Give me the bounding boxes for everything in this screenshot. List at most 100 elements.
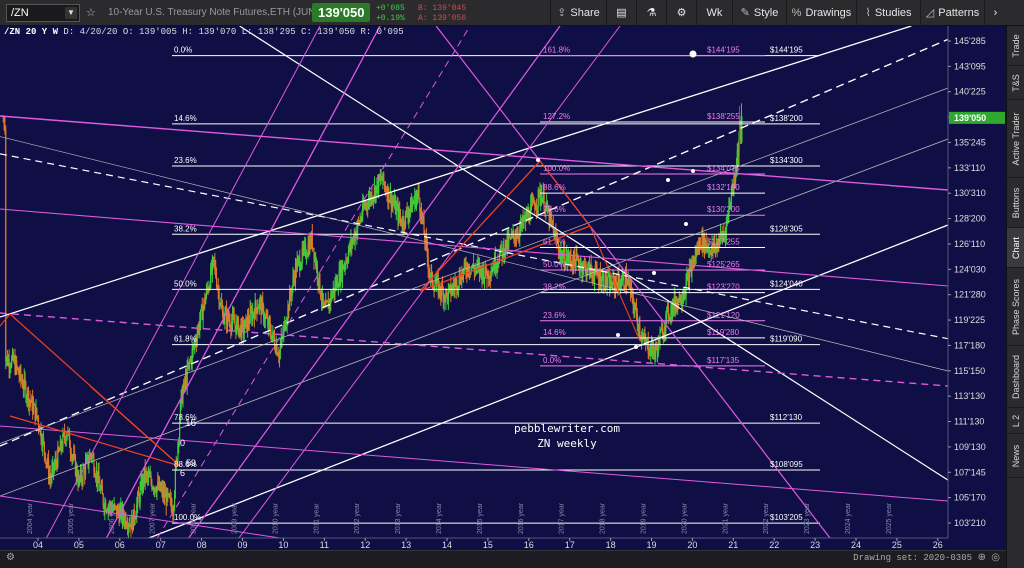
year-label: 2016 year	[518, 502, 525, 534]
candle-body	[490, 272, 492, 279]
pivot-marker	[616, 333, 620, 337]
chart-info-header: /ZN 20 Y W D: 4/20/20 O: 139'005 H: 139'…	[4, 27, 404, 37]
fib-right-pct: 23.6%	[543, 311, 566, 320]
year-label: 2017 year	[559, 502, 566, 534]
year-label: 2021 year	[722, 502, 729, 534]
ohlc-readout: D: 4/20/20 O: 139'005 H: 139'070 L: 138'…	[63, 27, 404, 37]
zoom-icon[interactable]: ⊕	[978, 552, 986, 563]
main-toolbar: /ZN ▼ ☆ 10-Year U.S. Treasury Note Futur…	[0, 0, 1024, 26]
fib-left-value: $124'040	[770, 279, 803, 288]
gear-icon: ⚙	[676, 7, 687, 19]
print-button[interactable]: ▤	[606, 0, 636, 26]
y-axis-tick-label: 135'245	[954, 137, 986, 147]
reset-icon[interactable]: ◎	[991, 552, 1000, 563]
y-axis-tick-label: 143'095	[954, 61, 986, 71]
x-axis-tick-label: 11	[320, 540, 329, 550]
candle-body	[513, 231, 515, 236]
pivot-marker	[634, 345, 638, 349]
candle-body	[65, 435, 67, 442]
candle-body	[418, 188, 420, 199]
symbol-selector[interactable]: /ZN ▼	[6, 4, 80, 22]
year-label: 2005 year	[68, 502, 75, 534]
x-axis-panel	[0, 538, 948, 550]
x-axis-tick-label: 05	[74, 540, 84, 550]
y-axis-tick-label: 145'285	[954, 36, 986, 46]
studies-button[interactable]: ⌇ Studies	[856, 0, 920, 26]
y-axis-tick-label: 117'180	[954, 340, 985, 350]
candle-body	[623, 274, 625, 287]
x-axis-tick-label: 08	[197, 540, 207, 550]
x-axis-tick-label: 13	[401, 540, 411, 550]
candle-body	[44, 452, 46, 462]
gear-icon[interactable]: ⚙	[6, 552, 15, 563]
x-axis-tick-label: 23	[810, 540, 820, 550]
fib-right-pct: 38.2%	[543, 283, 566, 292]
y-axis-tick-label: 121'280	[954, 290, 986, 300]
tab-phase-scores[interactable]: Phase Scores	[1007, 268, 1024, 346]
patterns-label: Patterns	[938, 7, 980, 19]
tab-trade-label: Trade	[1011, 33, 1021, 58]
fib-left-value: $138'200	[770, 114, 803, 123]
fib-left-pct: 61.8%	[174, 335, 197, 344]
fib-right-value: $117'135	[707, 356, 740, 365]
drawings-label: Drawings	[805, 7, 852, 19]
tab-active-trader[interactable]: Active Trader	[1007, 100, 1024, 178]
fib-left-value: $103'205	[770, 513, 803, 522]
candle-body	[636, 313, 638, 325]
fib-right-pct: 50.0%	[543, 260, 566, 269]
fib-left-pct: 38.2%	[174, 224, 197, 233]
star-icon[interactable]: ☆	[86, 6, 96, 19]
fib-right-value: $125'265	[707, 260, 740, 269]
x-axis-tick-label: 17	[565, 540, 575, 550]
tab-level-2[interactable]: L 2	[1007, 408, 1024, 434]
patterns-icon: ◿	[925, 7, 935, 19]
drawing-set-label: Drawing set: 2020-0305	[853, 553, 972, 563]
fib-right-value: $144'195	[707, 46, 740, 55]
style-button[interactable]: ✎ Style	[732, 0, 786, 26]
patterns-button[interactable]: ◿ Patterns	[920, 0, 984, 26]
candle-body	[399, 216, 402, 219]
tab-trade[interactable]: Trade	[1007, 26, 1024, 66]
tab-news[interactable]: News	[1007, 434, 1024, 478]
fib-left-value: $128'305	[770, 224, 803, 233]
x-axis-tick-label: 16	[524, 540, 534, 550]
tab-dashboard-label: Dashboard	[1011, 354, 1021, 399]
candle-body	[200, 309, 202, 322]
tab-level-2-label: L 2	[1011, 414, 1021, 427]
candle-body	[88, 461, 90, 466]
x-axis-tick-label: 12	[360, 540, 370, 550]
tab-dashboard[interactable]: Dashboard	[1007, 346, 1024, 408]
candle-body	[639, 324, 641, 336]
timeframe-button[interactable]: Wk	[696, 0, 732, 26]
fib-left-value: $108'095	[770, 460, 803, 469]
x-axis-tick-label: 21	[728, 540, 738, 550]
y-axis-tick-label: 111'130	[954, 417, 984, 427]
x-axis-tick-label: 15	[483, 540, 493, 550]
flask-button[interactable]: ⚗	[636, 0, 666, 26]
tab-buttons[interactable]: Buttons	[1007, 178, 1024, 228]
y-axis-tick-label: 113'130	[954, 391, 985, 401]
current-price-label: 139'050	[954, 113, 986, 123]
share-button[interactable]: ⇪ Share	[550, 0, 606, 26]
tab-phase-scores-label: Phase Scores	[1011, 278, 1021, 335]
y-axis-tick-label: 128'200	[954, 214, 986, 224]
x-axis-tick-label: 10	[278, 540, 288, 550]
chevron-down-icon[interactable]: ▼	[65, 7, 77, 19]
more-button[interactable]: ›	[984, 0, 1006, 26]
drawings-button[interactable]: % Drawings	[786, 0, 856, 26]
annotation-title: ZN weekly	[537, 437, 597, 450]
tab-time-and-sales[interactable]: T&S	[1007, 66, 1024, 100]
last-price-badge: 139'050	[312, 3, 371, 22]
fib-right-pct: 161.8%	[543, 46, 570, 55]
candle-body	[234, 323, 236, 326]
year-label: 2015 year	[477, 502, 484, 534]
tab-chart-label: Chart	[1011, 236, 1021, 259]
price-chart[interactable]: 0.0% $144'195 14.6% $138'200 23.6% $134'300 38…	[0, 26, 1006, 550]
candle-body	[257, 308, 259, 313]
tab-chart[interactable]: Chart	[1007, 228, 1024, 268]
timeframe-label: Wk	[706, 7, 723, 19]
settings-button[interactable]: ⚙	[666, 0, 696, 26]
price-change: +0'085	[376, 4, 405, 13]
candle-body	[5, 128, 7, 362]
small-label: 6	[180, 468, 185, 478]
